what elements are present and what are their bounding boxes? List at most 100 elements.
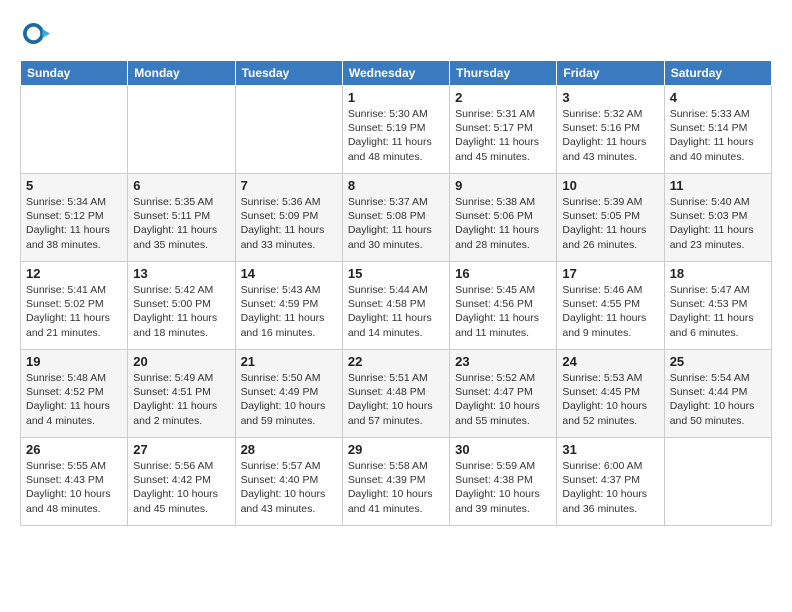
calendar-cell: 17 Sunrise: 5:46 AMSunset: 4:55 PMDayligh… xyxy=(557,262,664,350)
calendar-cell xyxy=(235,86,342,174)
calendar-cell: 1Sunrise: 5:30 AMSunset: 5:19 PMDaylight… xyxy=(342,86,449,174)
calendar-cell: 4Sunrise: 5:33 AMSunset: 5:14 PMDaylight… xyxy=(664,86,771,174)
cell-info-text: Sunrise: 5:42 AMSunset: 5:00 PMDaylight:… xyxy=(133,283,229,340)
cell-day-number: 25 xyxy=(670,354,766,369)
cell-info-text: Sunrise: 5:36 AMSunset: 5:09 PMDaylight:… xyxy=(241,195,337,252)
cell-day-number: 11 xyxy=(670,178,766,193)
cell-day-number: 2 xyxy=(455,90,551,105)
cell-day-number: 21 xyxy=(241,354,337,369)
cell-info-text: Sunrise: 5:58 AMSunset: 4:39 PMDaylight:… xyxy=(348,459,444,516)
calendar-cell xyxy=(21,86,128,174)
cell-day-number: 26 xyxy=(26,442,122,457)
cell-day-number: 24 xyxy=(562,354,658,369)
cell-day-number: 23 xyxy=(455,354,551,369)
calendar-cell: 7 Sunrise: 5:36 AMSunset: 5:09 PMDaylight… xyxy=(235,174,342,262)
logo xyxy=(20,20,54,50)
cell-day-number: 6 xyxy=(133,178,229,193)
cell-day-number: 30 xyxy=(455,442,551,457)
calendar-table: SundayMondayTuesdayWednesdayThursdayFrid… xyxy=(20,60,772,526)
cell-info-text: Sunrise: 5:55 AMSunset: 4:43 PMDaylight:… xyxy=(26,459,122,516)
calendar-cell: 20Sunrise: 5:49 AMSunset: 4:51 PMDayligh… xyxy=(128,350,235,438)
logo-icon xyxy=(20,20,50,50)
calendar-week-row: 12 Sunrise: 5:41 AMSunset: 5:02 PMDayligh… xyxy=(21,262,772,350)
cell-day-number: 17 xyxy=(562,266,658,281)
cell-day-number: 8 xyxy=(348,178,444,193)
cell-info-text: Sunrise: 5:33 AMSunset: 5:14 PMDaylight:… xyxy=(670,107,766,164)
cell-info-text: Sunrise: 5:46 AMSunset: 4:55 PMDaylight:… xyxy=(562,283,658,340)
cell-day-number: 16 xyxy=(455,266,551,281)
calendar-cell: 18 Sunrise: 5:47 AMSunset: 4:53 PMDayligh… xyxy=(664,262,771,350)
calendar-header-tuesday: Tuesday xyxy=(235,61,342,86)
cell-info-text: Sunrise: 5:34 AMSunset: 5:12 PMDaylight:… xyxy=(26,195,122,252)
cell-day-number: 3 xyxy=(562,90,658,105)
calendar-cell: 16 Sunrise: 5:45 AMSunset: 4:56 PMDayligh… xyxy=(450,262,557,350)
calendar-header-wednesday: Wednesday xyxy=(342,61,449,86)
cell-day-number: 14 xyxy=(241,266,337,281)
calendar-cell: 5 Sunrise: 5:34 AMSunset: 5:12 PMDaylight… xyxy=(21,174,128,262)
calendar-cell: 25 Sunrise: 5:54 AMSunset: 4:44 PMDayligh… xyxy=(664,350,771,438)
cell-day-number: 20 xyxy=(133,354,229,369)
cell-day-number: 19 xyxy=(26,354,122,369)
calendar-cell: 19 Sunrise: 5:48 AMSunset: 4:52 PMDayligh… xyxy=(21,350,128,438)
page-header xyxy=(20,20,772,50)
calendar-cell: 2 Sunrise: 5:31 AMSunset: 5:17 PMDaylight… xyxy=(450,86,557,174)
cell-day-number: 22 xyxy=(348,354,444,369)
cell-info-text: Sunrise: 5:52 AMSunset: 4:47 PMDaylight:… xyxy=(455,371,551,428)
cell-info-text: Sunrise: 5:37 AMSunset: 5:08 PMDaylight:… xyxy=(348,195,444,252)
calendar-cell: 6 Sunrise: 5:35 AMSunset: 5:11 PMDaylight… xyxy=(128,174,235,262)
calendar-cell: 12 Sunrise: 5:41 AMSunset: 5:02 PMDayligh… xyxy=(21,262,128,350)
cell-info-text: Sunrise: 5:51 AMSunset: 4:48 PMDaylight:… xyxy=(348,371,444,428)
cell-info-text: Sunrise: 5:48 AMSunset: 4:52 PMDaylight:… xyxy=(26,371,122,428)
cell-info-text: Sunrise: 6:00 AMSunset: 4:37 PMDaylight:… xyxy=(562,459,658,516)
cell-info-text: Sunrise: 5:45 AMSunset: 4:56 PMDaylight:… xyxy=(455,283,551,340)
calendar-header-friday: Friday xyxy=(557,61,664,86)
cell-day-number: 13 xyxy=(133,266,229,281)
cell-info-text: Sunrise: 5:39 AMSunset: 5:05 PMDaylight:… xyxy=(562,195,658,252)
cell-info-text: Sunrise: 5:31 AMSunset: 5:17 PMDaylight:… xyxy=(455,107,551,164)
cell-info-text: Sunrise: 5:50 AMSunset: 4:49 PMDaylight:… xyxy=(241,371,337,428)
calendar-cell xyxy=(664,438,771,526)
cell-info-text: Sunrise: 5:38 AMSunset: 5:06 PMDaylight:… xyxy=(455,195,551,252)
cell-day-number: 5 xyxy=(26,178,122,193)
calendar-cell: 28 Sunrise: 5:57 AMSunset: 4:40 PMDayligh… xyxy=(235,438,342,526)
calendar-week-row: 5 Sunrise: 5:34 AMSunset: 5:12 PMDaylight… xyxy=(21,174,772,262)
cell-info-text: Sunrise: 5:47 AMSunset: 4:53 PMDaylight:… xyxy=(670,283,766,340)
calendar-header-saturday: Saturday xyxy=(664,61,771,86)
calendar-cell: 21 Sunrise: 5:50 AMSunset: 4:49 PMDayligh… xyxy=(235,350,342,438)
cell-day-number: 9 xyxy=(455,178,551,193)
calendar-header-monday: Monday xyxy=(128,61,235,86)
calendar-header-sunday: Sunday xyxy=(21,61,128,86)
calendar-cell: 15Sunrise: 5:44 AMSunset: 4:58 PMDayligh… xyxy=(342,262,449,350)
cell-info-text: Sunrise: 5:44 AMSunset: 4:58 PMDaylight:… xyxy=(348,283,444,340)
cell-day-number: 18 xyxy=(670,266,766,281)
cell-day-number: 28 xyxy=(241,442,337,457)
calendar-cell: 9 Sunrise: 5:38 AMSunset: 5:06 PMDaylight… xyxy=(450,174,557,262)
cell-day-number: 10 xyxy=(562,178,658,193)
calendar-header-row: SundayMondayTuesdayWednesdayThursdayFrid… xyxy=(21,61,772,86)
cell-day-number: 7 xyxy=(241,178,337,193)
calendar-week-row: 26 Sunrise: 5:55 AMSunset: 4:43 PMDayligh… xyxy=(21,438,772,526)
cell-info-text: Sunrise: 5:54 AMSunset: 4:44 PMDaylight:… xyxy=(670,371,766,428)
cell-info-text: Sunrise: 5:56 AMSunset: 4:42 PMDaylight:… xyxy=(133,459,229,516)
calendar-cell: 13 Sunrise: 5:42 AMSunset: 5:00 PMDayligh… xyxy=(128,262,235,350)
calendar-cell: 30Sunrise: 5:59 AMSunset: 4:38 PMDayligh… xyxy=(450,438,557,526)
cell-day-number: 29 xyxy=(348,442,444,457)
calendar-cell: 23 Sunrise: 5:52 AMSunset: 4:47 PMDayligh… xyxy=(450,350,557,438)
calendar-cell: 8 Sunrise: 5:37 AMSunset: 5:08 PMDaylight… xyxy=(342,174,449,262)
cell-info-text: Sunrise: 5:35 AMSunset: 5:11 PMDaylight:… xyxy=(133,195,229,252)
calendar-cell: 31 Sunrise: 6:00 AMSunset: 4:37 PMDayligh… xyxy=(557,438,664,526)
calendar-cell: 22 Sunrise: 5:51 AMSunset: 4:48 PMDayligh… xyxy=(342,350,449,438)
calendar-cell: 24 Sunrise: 5:53 AMSunset: 4:45 PMDayligh… xyxy=(557,350,664,438)
calendar-cell: 14Sunrise: 5:43 AMSunset: 4:59 PMDayligh… xyxy=(235,262,342,350)
cell-day-number: 12 xyxy=(26,266,122,281)
calendar-cell: 10 Sunrise: 5:39 AMSunset: 5:05 PMDayligh… xyxy=(557,174,664,262)
calendar-cell: 29 Sunrise: 5:58 AMSunset: 4:39 PMDayligh… xyxy=(342,438,449,526)
cell-day-number: 27 xyxy=(133,442,229,457)
cell-info-text: Sunrise: 5:57 AMSunset: 4:40 PMDaylight:… xyxy=(241,459,337,516)
cell-info-text: Sunrise: 5:41 AMSunset: 5:02 PMDaylight:… xyxy=(26,283,122,340)
cell-day-number: 1 xyxy=(348,90,444,105)
cell-info-text: Sunrise: 5:53 AMSunset: 4:45 PMDaylight:… xyxy=(562,371,658,428)
cell-day-number: 31 xyxy=(562,442,658,457)
calendar-cell xyxy=(128,86,235,174)
calendar-week-row: 19 Sunrise: 5:48 AMSunset: 4:52 PMDayligh… xyxy=(21,350,772,438)
